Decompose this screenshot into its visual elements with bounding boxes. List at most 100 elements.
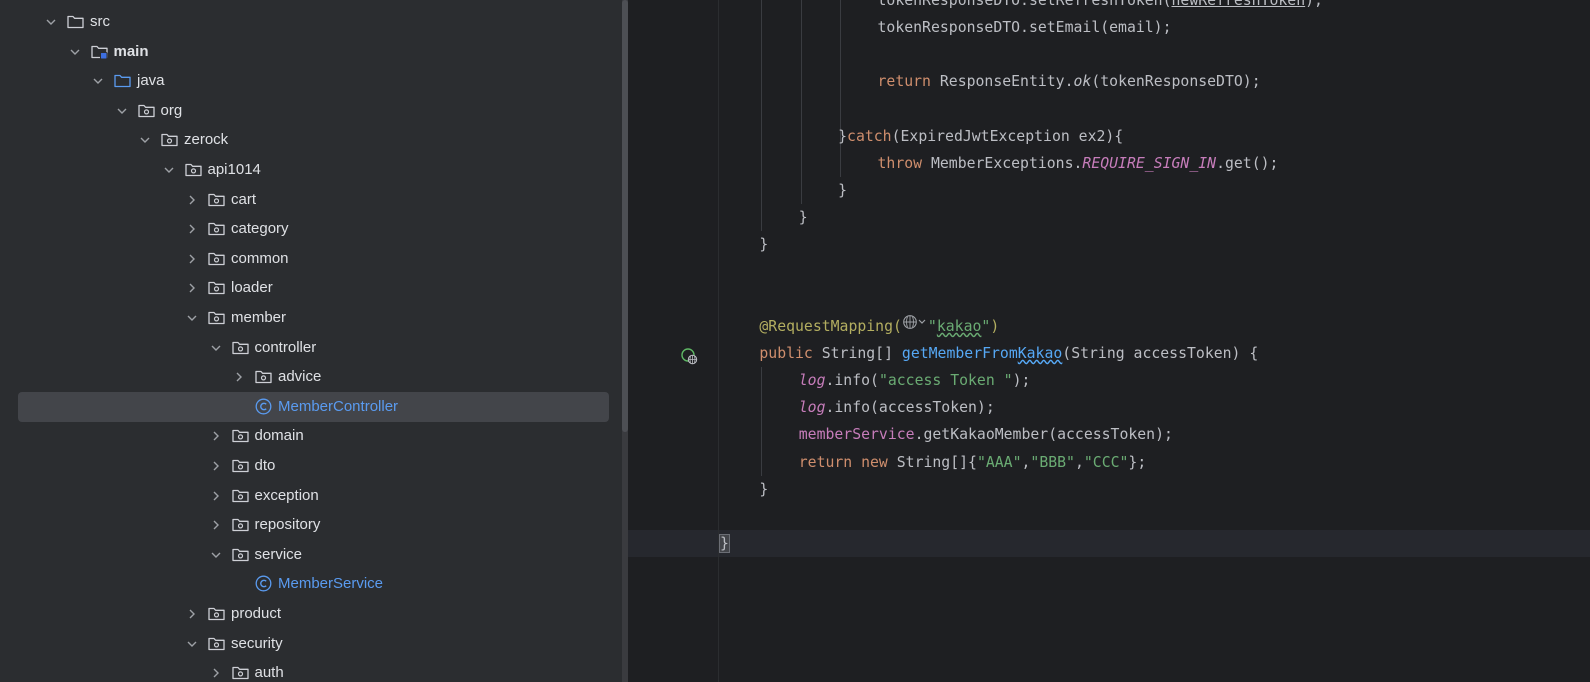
code-token: catch (847, 127, 892, 145)
tree-item-exception[interactable]: exception (0, 481, 622, 511)
code-token: } (759, 236, 769, 254)
tree-item-src[interactable]: src (0, 7, 622, 37)
code-editor[interactable]: tokenResponseDTO.setRefreshToken(newRefr… (628, 0, 1590, 682)
tree-item-loader[interactable]: loader (0, 273, 622, 303)
source-folder-icon (90, 42, 109, 61)
tree-item-main[interactable]: main (0, 37, 622, 67)
tree-item-common[interactable]: common (0, 244, 622, 274)
package-icon (207, 190, 226, 209)
code-token: return (877, 73, 940, 91)
chevron-right-icon[interactable] (185, 281, 199, 295)
code-line-127[interactable]: public String[] getMemberFromKakao(Strin… (759, 340, 1258, 367)
chevron-down-icon[interactable] (138, 133, 152, 147)
chevron-right-icon[interactable] (185, 222, 199, 236)
tree-item-dto[interactable]: dto (0, 451, 622, 481)
code-token: ); (1305, 0, 1323, 9)
package-icon (231, 426, 250, 445)
chevron-down-icon[interactable] (185, 311, 199, 325)
line-number (628, 123, 678, 150)
chevron-right-icon[interactable] (209, 429, 223, 443)
chevron-down-icon[interactable] (185, 637, 199, 651)
gutter-separator (718, 0, 719, 682)
tree-item-cart[interactable]: cart (0, 185, 622, 215)
tree-item-java[interactable]: java (0, 66, 622, 96)
code-line-117[interactable]: return ResponseEntity.ok(tokenResponseDT… (878, 68, 1261, 95)
code-line-130[interactable]: memberService.getKakaoMember(accessToken… (799, 421, 1173, 448)
chevron-right-icon[interactable] (209, 666, 223, 680)
line-number (628, 286, 678, 313)
tree-item-api1014[interactable]: api1014 (0, 155, 622, 185)
chevron-down-icon[interactable] (209, 341, 223, 355)
code-line-129[interactable]: log.info(accessToken); (799, 394, 995, 421)
package-icon (207, 634, 226, 653)
tree-item-repository[interactable]: repository (0, 510, 622, 540)
code-line-132[interactable]: } (759, 476, 768, 503)
chevron-down-icon[interactable] (44, 15, 58, 29)
chevron-right-icon[interactable] (185, 193, 199, 207)
tree-item-memberservice[interactable]: MemberService (0, 569, 622, 599)
tree-item-org[interactable]: org (0, 96, 622, 126)
tree-item-domain[interactable]: domain (0, 421, 622, 451)
code-token: throw (877, 154, 931, 172)
tree-item-label: security (231, 634, 283, 652)
line-number (628, 367, 678, 394)
code-token: , (1074, 453, 1084, 471)
chevron-down-icon[interactable] (68, 45, 82, 59)
code-token: newRefreshToken (1171, 0, 1306, 9)
tree-item-product[interactable]: product (0, 599, 622, 629)
chevron-right-icon[interactable] (232, 370, 246, 384)
line-number (628, 340, 678, 367)
code-token: String[] (821, 344, 902, 362)
code-token: ResponseEntity. (939, 73, 1074, 91)
line-number (628, 204, 678, 231)
tree-item-category[interactable]: category (0, 214, 622, 244)
tree-item-label: exception (254, 486, 319, 504)
tree-item-member[interactable]: member (0, 303, 622, 333)
chevron-down-icon[interactable] (91, 74, 105, 88)
tree-item-label: org (160, 101, 183, 119)
code-line-134[interactable]: } (719, 530, 730, 557)
chevron-right-icon[interactable] (209, 489, 223, 503)
line-number (628, 0, 678, 14)
tree-item-zerock[interactable]: zerock (0, 125, 622, 155)
indent-guide (840, 0, 842, 178)
tree-item-advice[interactable]: advice (0, 362, 622, 392)
code-line-119[interactable]: }catch(ExpiredJwtException ex2){ (838, 123, 1123, 150)
tree-item-service[interactable]: service (0, 540, 622, 570)
code-token: } (798, 209, 808, 227)
tree-item-membercontroller[interactable]: MemberController (18, 391, 609, 422)
tree-item-label: java (137, 72, 165, 90)
code-line-123[interactable]: } (759, 231, 768, 258)
tree-item-security[interactable]: security (0, 629, 622, 659)
package-icon (137, 101, 156, 120)
project-tree-panel: src main java org zerock api1014 cart category c… (0, 0, 622, 682)
code-line-115[interactable]: tokenResponseDTO.setEmail(email); (878, 14, 1172, 41)
code-line-126[interactable]: @RequestMapping("kakao") (759, 313, 999, 340)
code-token: } (838, 127, 848, 145)
code-line-122[interactable]: } (799, 204, 808, 231)
line-number (628, 259, 678, 286)
tree-item-label: cart (231, 190, 257, 208)
tree-item-auth[interactable]: auth (0, 658, 622, 682)
code-token: ) (990, 317, 1000, 335)
indent-guide (800, 0, 802, 205)
chevron-right-icon[interactable] (209, 459, 223, 473)
code-line-121[interactable]: } (838, 177, 847, 204)
chevron-down-icon[interactable] (209, 548, 223, 562)
chevron-right-icon[interactable] (185, 607, 199, 621)
code-line-120[interactable]: throw MemberExceptions.REQUIRE_SIGN_IN.g… (878, 150, 1279, 177)
chevron-right-icon[interactable] (185, 252, 199, 266)
chevron-down-icon[interactable] (162, 163, 176, 177)
chevron-down-icon[interactable] (115, 104, 129, 118)
chevron-right-icon[interactable] (209, 518, 223, 532)
indent-guide (761, 0, 763, 232)
package-icon (231, 338, 250, 357)
class-icon (254, 574, 273, 593)
tree-item-controller[interactable]: controller (0, 333, 622, 363)
code-line-128[interactable]: log.info("access Token "); (799, 367, 1031, 394)
tree-item-label: MemberService (278, 575, 384, 593)
web-endpoint-gutter-icon[interactable] (680, 347, 698, 365)
code-line-131[interactable]: return new String[]{"AAA","BBB","CCC"}; (799, 449, 1147, 476)
code-line-114[interactable]: tokenResponseDTO.setRefreshToken(newRefr… (878, 0, 1323, 14)
tree-item-label: repository (254, 516, 321, 534)
